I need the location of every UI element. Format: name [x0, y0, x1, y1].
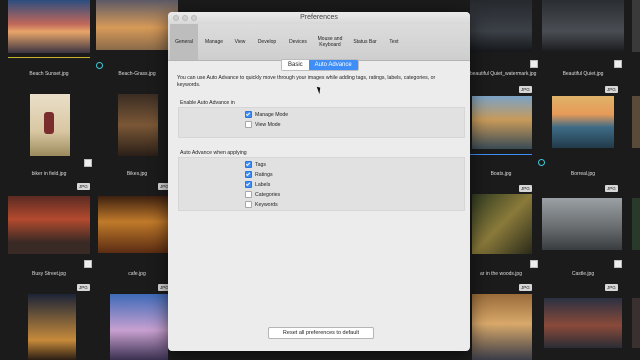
thumbnail-edge — [632, 198, 640, 250]
thumbnail-label: Borreal.jpg — [570, 171, 596, 177]
thumbnail-busy-street[interactable] — [8, 196, 90, 254]
jpg-badge: JPG — [519, 284, 532, 291]
thumbnail-borreal[interactable] — [552, 96, 614, 148]
option-view-mode[interactable]: View Mode — [245, 121, 281, 128]
option-label: Labels — [255, 181, 271, 188]
select-checkbox[interactable] — [614, 260, 622, 268]
option-label: View Mode — [255, 121, 281, 128]
checkbox-checked[interactable] — [245, 181, 252, 188]
thumbnail-label: Busy Street.jpg — [32, 271, 66, 277]
thumbnail-edge — [632, 0, 640, 52]
basic-mode-button[interactable]: Basic — [282, 60, 309, 70]
thumbnail-boats[interactable] — [472, 96, 532, 149]
option-tags[interactable]: Tags — [245, 161, 266, 168]
thumbnail-sunset-silhouette[interactable] — [110, 294, 168, 360]
tab-text[interactable]: Text — [382, 24, 406, 60]
checkbox-checked[interactable] — [245, 111, 252, 118]
thumbnail-beautiful-quiet-watermark[interactable] — [470, 0, 532, 52]
thumbnail-edge — [632, 298, 640, 348]
thumbnail-label: Beach Sunset.jpg — [29, 71, 69, 77]
select-checkbox[interactable] — [530, 260, 538, 268]
jpg-badge: JPG — [77, 284, 90, 291]
option-label: Categories — [255, 191, 281, 198]
title-bar: Preferences — [168, 12, 470, 24]
checkbox-checked[interactable] — [245, 161, 252, 168]
option-label: Manage Mode — [255, 111, 289, 118]
auto-advance-mode-button[interactable]: Auto Advance — [308, 60, 358, 70]
option-manage-mode[interactable]: Manage Mode — [245, 111, 288, 118]
thumbnail-castle[interactable] — [542, 198, 622, 250]
option-keywords[interactable]: Keywords — [245, 201, 278, 208]
thumbnail-edge — [632, 96, 640, 148]
tab-manage[interactable]: Manage — [200, 24, 228, 60]
enable-section-box — [178, 107, 465, 138]
thumbnail-label: cafe.jpg — [128, 271, 146, 277]
tab-general[interactable]: General — [170, 24, 198, 60]
tab-devices[interactable]: Devices — [284, 24, 312, 60]
thumbnail-label: Castle.jpg — [571, 271, 595, 277]
jpg-badge: JPG — [605, 284, 618, 291]
checkbox-unchecked[interactable] — [245, 191, 252, 198]
apply-section-label: Auto Advance when applying — [180, 150, 247, 156]
thumbnail-bikes[interactable] — [118, 94, 158, 156]
reset-preferences-button[interactable]: Reset all preferences to default — [268, 327, 374, 339]
option-label: Keywords — [255, 201, 278, 208]
jpg-badge: JPG — [605, 86, 618, 93]
select-checkbox[interactable] — [84, 260, 92, 268]
window-title: Preferences — [300, 14, 338, 21]
location-pin-icon — [538, 159, 545, 166]
thumbnail-label: biker in field.jpg — [31, 171, 67, 177]
thumbnail-label: Beautiful Quiet.jpg — [562, 71, 604, 77]
thumbnail-label: ar in the woods.jpg — [480, 271, 522, 277]
auto-advance-description: You can use Auto Advance to quickly move… — [177, 75, 436, 88]
preferences-tabs: General Manage View Develop Devices Mous… — [168, 24, 470, 61]
option-ratings[interactable]: Ratings — [245, 171, 273, 178]
preferences-window: Preferences General Manage View Develop … — [168, 12, 470, 351]
thumbnail-car-in-the-woods[interactable] — [472, 194, 532, 254]
option-labels[interactable]: Labels — [245, 181, 270, 188]
tab-view[interactable]: View — [229, 24, 251, 60]
enable-section-label: Enable Auto Advance in — [180, 100, 235, 106]
thumbnail-beautiful-quiet[interactable] — [542, 0, 624, 52]
jpg-badge: JPG — [519, 185, 532, 192]
select-checkbox[interactable] — [530, 60, 538, 68]
apply-section-box — [178, 157, 465, 211]
tab-status-bar[interactable]: Status Bar — [350, 24, 380, 60]
checkbox-unchecked[interactable] — [245, 201, 252, 208]
thumbnail-highway-night[interactable] — [28, 294, 76, 360]
thumbnail-beach-sunset[interactable] — [8, 0, 90, 53]
checkbox-unchecked[interactable] — [245, 121, 252, 128]
select-checkbox[interactable] — [614, 60, 622, 68]
tab-mouse-and-keyboard[interactable]: Mouse and Keyboard — [314, 24, 346, 60]
jpg-badge: JPG — [519, 86, 532, 93]
mode-segmented-control: Basic Auto Advance — [281, 59, 359, 71]
thumbnail-label: Bikes.jpg — [126, 171, 148, 177]
tab-develop[interactable]: Develop — [253, 24, 281, 60]
thumbnail-beach-grass[interactable] — [96, 0, 178, 50]
option-label: Tags — [255, 161, 266, 168]
jpg-badge: JPG — [605, 185, 618, 192]
thumbnail-label: Boats.jpg — [490, 171, 512, 177]
checkbox-checked[interactable] — [245, 171, 252, 178]
select-checkbox[interactable] — [84, 159, 92, 167]
option-categories[interactable]: Categories — [245, 191, 280, 198]
thumbnail-misty-valley[interactable] — [472, 294, 532, 360]
location-pin-icon — [96, 62, 103, 69]
thumbnail-cafe[interactable] — [98, 196, 168, 253]
jpg-badge: JPG — [77, 183, 90, 190]
thumbnail-lake-houses[interactable] — [544, 298, 622, 348]
thumbnail-label: Beach-Grass.jpg — [118, 71, 156, 77]
thumbnail-label: beautiful Quiet_watermark.jpg — [470, 71, 537, 77]
option-label: Ratings — [255, 171, 273, 178]
